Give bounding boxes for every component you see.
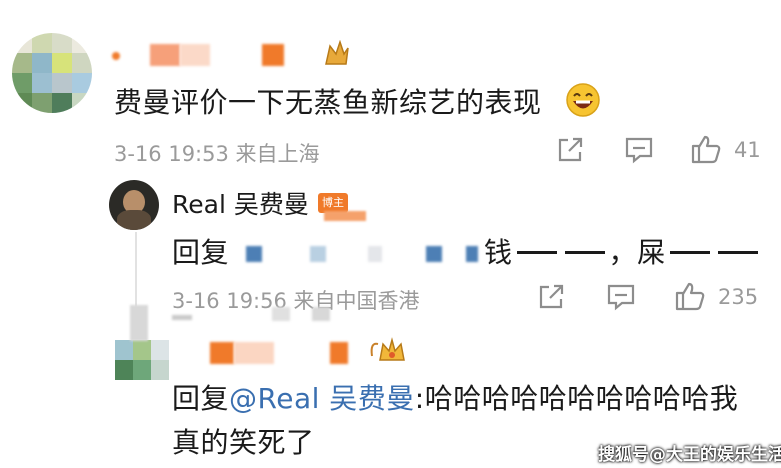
reply2-prefix: 回复 — [172, 382, 230, 415]
reply1-mid-text: 钱 — [484, 236, 513, 269]
username-censored[interactable] — [112, 40, 352, 70]
author-avatar[interactable] — [109, 180, 159, 230]
like-icon[interactable] — [690, 134, 722, 164]
reply2-text-line1: :哈哈哈哈哈哈哈哈哈哈我 — [414, 382, 739, 415]
reply1-prefix: 回复 — [172, 236, 230, 269]
blogger-badge: 博主 — [318, 193, 348, 213]
like-icon[interactable] — [674, 281, 706, 311]
blank-line — [516, 251, 557, 254]
fan-badge-icon — [368, 336, 412, 366]
share-icon[interactable] — [537, 283, 567, 311]
blogger-badge-label: 博主 — [322, 196, 344, 209]
laughing-face-icon — [565, 82, 601, 118]
reply1-text: 钱 ，屎 — [484, 231, 762, 271]
comment-icon[interactable] — [606, 283, 636, 311]
reply2-line2: 真的笑死了 — [172, 426, 315, 459]
like-count: 41 — [734, 138, 761, 162]
comment-meta: 3-16 19:53 来自上海 — [114, 142, 320, 166]
reply1-end-text: 屎 — [637, 236, 666, 269]
fan-badge-icon — [322, 40, 352, 68]
badge-underline-censor — [324, 211, 366, 221]
mention-link[interactable]: @Real 吴费曼 — [229, 382, 415, 415]
blank-line — [717, 251, 758, 254]
reply1-censored-text — [230, 238, 490, 268]
blank-line — [564, 251, 605, 254]
user-avatar-pixelated[interactable] — [12, 33, 92, 113]
meta-censor-smudge — [172, 305, 352, 325]
watermark: 搜狐号@大王的娱乐生活 — [598, 445, 781, 465]
blank-line — [669, 251, 710, 254]
reply2-avatar-edge — [130, 305, 148, 341]
comment-icon[interactable] — [624, 136, 654, 164]
share-icon[interactable] — [556, 136, 586, 164]
comment-text: 费曼评价一下无蒸鱼新综艺的表现 — [114, 86, 542, 119]
reply1-comma: ， — [608, 236, 638, 269]
author-name[interactable]: Real 吴费曼 — [172, 185, 309, 221]
replier-avatar-pixelated[interactable] — [115, 340, 169, 380]
reply2-line1: 回复@Real 吴费曼:哈哈哈哈哈哈哈哈哈哈我 — [172, 377, 738, 417]
like-count: 235 — [718, 285, 759, 309]
